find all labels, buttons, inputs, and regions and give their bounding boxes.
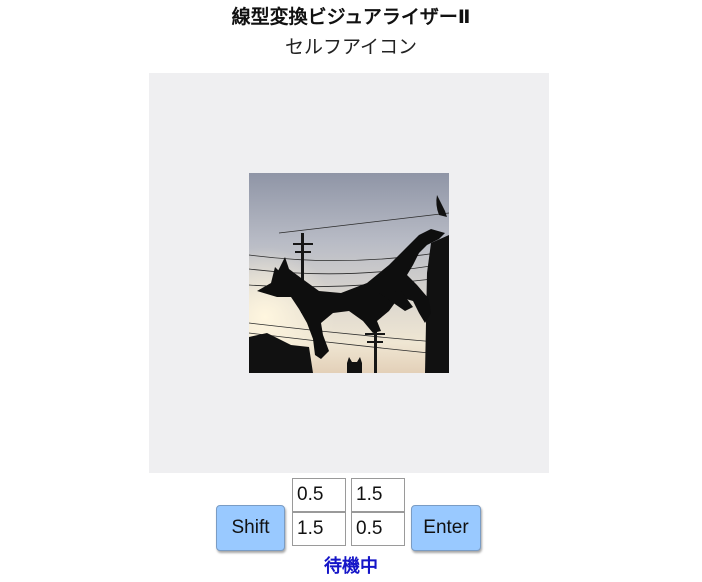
fox-silhouette-image [249, 173, 449, 373]
matrix-a21-input[interactable] [292, 512, 346, 546]
transform-canvas [149, 73, 549, 473]
matrix-a11-input[interactable] [292, 478, 346, 512]
matrix-a22-input[interactable] [351, 512, 405, 546]
page-subtitle: セルフアイコン [284, 36, 418, 58]
status-text: 待機中 [324, 556, 378, 577]
enter-button[interactable]: Enter [411, 505, 481, 551]
matrix-a12-input[interactable] [351, 478, 405, 512]
shift-button[interactable]: Shift [216, 505, 285, 551]
page-title: 線型変換ビジュアライザーⅡ [231, 6, 471, 28]
